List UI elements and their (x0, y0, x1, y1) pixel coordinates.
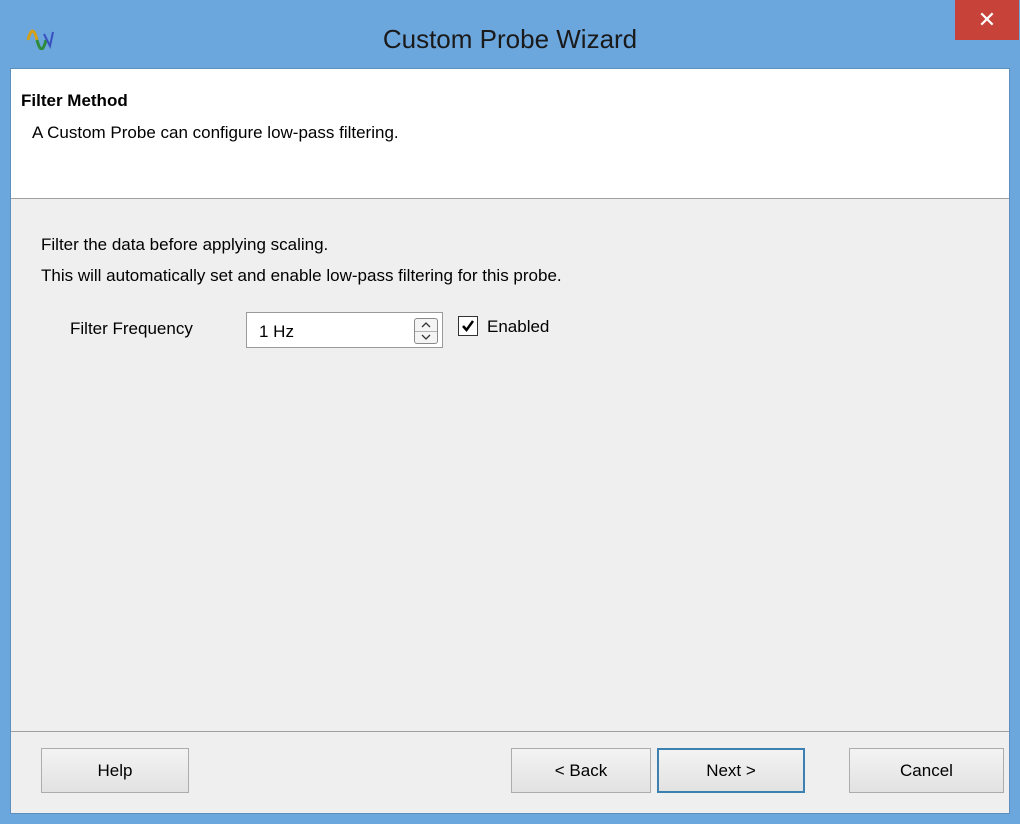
filter-frequency-label: Filter Frequency (70, 319, 193, 338)
chevron-up-icon (421, 322, 431, 328)
wizard-window: Custom Probe Wizard ✕ Filter Method A Cu… (0, 0, 1020, 824)
instruction-line-1: Filter the data before applying scaling. (41, 235, 329, 254)
instruction-line-2: This will automatically set and enable l… (41, 266, 562, 285)
help-button[interactable]: Help (41, 748, 189, 793)
spin-down-button[interactable] (415, 331, 437, 343)
close-button[interactable]: ✕ (955, 0, 1019, 40)
checkmark-icon (462, 320, 475, 333)
frequency-spinner[interactable] (414, 318, 438, 344)
enabled-checkbox[interactable] (458, 316, 478, 336)
header-panel: Filter Method A Custom Probe can configu… (11, 69, 1009, 199)
enabled-label[interactable]: Enabled (487, 317, 549, 337)
close-icon: ✕ (977, 7, 997, 32)
cancel-button[interactable]: Cancel (849, 748, 1004, 793)
page-title: Filter Method (21, 91, 128, 110)
filter-frequency-value[interactable]: 1 Hz (259, 322, 294, 342)
page-description: A Custom Probe can configure low-pass fi… (32, 123, 399, 142)
window-title: Custom Probe Wizard (382, 24, 638, 54)
chevron-down-icon (421, 334, 431, 340)
back-button[interactable]: < Back (511, 748, 651, 793)
filter-frequency-input[interactable]: 1 Hz (246, 312, 443, 348)
wizard-content: Filter Method A Custom Probe can configu… (10, 68, 1010, 814)
next-button[interactable]: Next > (657, 748, 805, 793)
footer-divider (11, 731, 1009, 732)
